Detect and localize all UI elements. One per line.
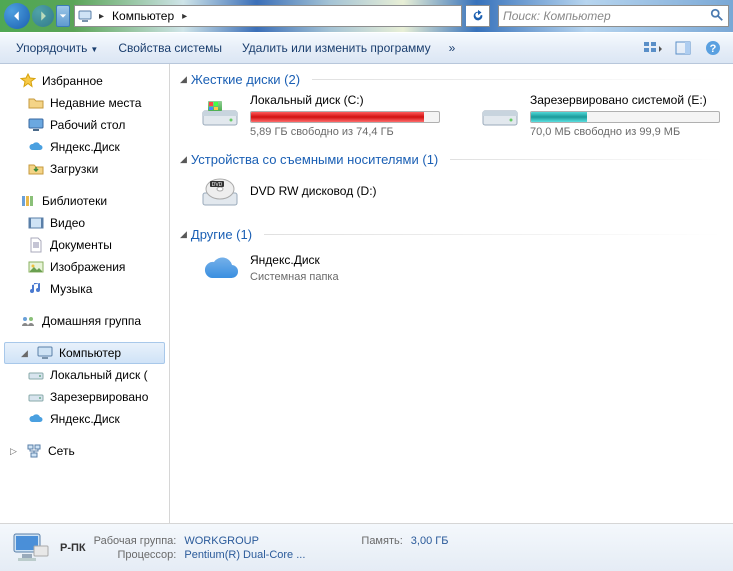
drive-yandex[interactable]: Яндекс.Диск Системная папка bbox=[180, 248, 723, 288]
sidebar-libraries[interactable]: Библиотеки bbox=[0, 190, 169, 212]
drive-usage-bar bbox=[250, 111, 440, 123]
nav-buttons bbox=[4, 3, 70, 29]
drive-icon bbox=[480, 93, 520, 133]
breadcrumb-sep-icon: ▸ bbox=[95, 11, 108, 22]
sidebar-item-video[interactable]: Видео bbox=[0, 212, 169, 234]
system-properties-button[interactable]: Свойства системы bbox=[110, 37, 230, 59]
computer-icon bbox=[10, 528, 50, 568]
search-placeholder: Поиск: Компьютер bbox=[503, 9, 611, 23]
drive-icon bbox=[28, 367, 44, 383]
document-icon bbox=[28, 237, 44, 253]
help-button[interactable]: ? bbox=[701, 37, 725, 59]
status-memory: 3,00 ГБ bbox=[411, 535, 449, 547]
sidebar: Избранное Недавние места Рабочий стол Ян… bbox=[0, 64, 170, 523]
status-memory-label: Память: bbox=[361, 535, 402, 547]
star-icon bbox=[20, 73, 36, 89]
svg-text:DVD: DVD bbox=[212, 182, 223, 188]
computer-icon bbox=[37, 345, 53, 361]
svg-text:?: ? bbox=[710, 43, 717, 55]
details-pane: Р-ПК Рабочая группа: WORKGROUP Память: 3… bbox=[0, 523, 733, 571]
status-workgroup: WORKGROUP bbox=[184, 535, 305, 547]
sidebar-item-drive-c[interactable]: Локальный диск ( bbox=[0, 364, 169, 386]
collapse-icon: ◢ bbox=[180, 74, 187, 85]
desktop-icon bbox=[28, 117, 44, 133]
sidebar-favorites[interactable]: Избранное bbox=[0, 70, 169, 92]
overflow-button[interactable]: » bbox=[443, 37, 462, 59]
sidebar-item-documents[interactable]: Документы bbox=[0, 234, 169, 256]
expand-icon: ◢ bbox=[21, 348, 31, 359]
sidebar-homegroup[interactable]: Домашняя группа bbox=[0, 310, 169, 332]
sidebar-item-recent[interactable]: Недавние места bbox=[0, 92, 169, 114]
computer-icon bbox=[75, 8, 95, 24]
separator bbox=[450, 159, 723, 160]
status-cpu: Pentium(R) Dual-Core ... bbox=[184, 549, 305, 561]
sidebar-item-downloads[interactable]: Загрузки bbox=[0, 158, 169, 180]
breadcrumb-item[interactable]: Компьютер bbox=[108, 9, 178, 23]
drive-name: Зарезервировано системой (E:) bbox=[530, 93, 720, 107]
cloud-icon bbox=[28, 139, 44, 155]
picture-icon bbox=[28, 259, 44, 275]
drive-name: Яндекс.Диск bbox=[250, 253, 339, 267]
uninstall-program-button[interactable]: Удалить или изменить программу bbox=[234, 37, 439, 59]
toolbar: Упорядочить▼ Свойства системы Удалить ил… bbox=[0, 32, 733, 64]
collapse-icon: ◢ bbox=[180, 229, 187, 240]
history-dropdown[interactable] bbox=[56, 5, 70, 27]
libraries-icon bbox=[20, 193, 36, 209]
window-header: ▸ Компьютер ▸ Поиск: Компьютер bbox=[0, 0, 733, 32]
drive-icon bbox=[200, 93, 240, 133]
drive-icon bbox=[28, 389, 44, 405]
sidebar-item-pictures[interactable]: Изображения bbox=[0, 256, 169, 278]
preview-pane-button[interactable] bbox=[671, 37, 695, 59]
drive-usage-bar bbox=[530, 111, 720, 123]
search-input[interactable]: Поиск: Компьютер bbox=[498, 5, 729, 27]
status-workgroup-label: Рабочая группа: bbox=[94, 535, 177, 547]
status-hostname: Р-ПК bbox=[60, 542, 86, 554]
back-button[interactable] bbox=[4, 3, 30, 29]
expand-icon: ▷ bbox=[10, 446, 20, 457]
section-other[interactable]: ◢ Другие (1) bbox=[180, 227, 723, 242]
sidebar-item-yandex-disk-drive[interactable]: Яндекс.Диск bbox=[0, 408, 169, 430]
sidebar-item-drive-e[interactable]: Зарезервировано bbox=[0, 386, 169, 408]
view-mode-button[interactable] bbox=[641, 37, 665, 59]
cloud-icon bbox=[200, 248, 240, 288]
breadcrumb-sep-icon: ▸ bbox=[178, 11, 191, 22]
separator bbox=[312, 79, 723, 80]
folder-icon bbox=[28, 95, 44, 111]
drive-dvd[interactable]: DVD DVD RW дисковод (D:) bbox=[180, 173, 723, 213]
drive-c[interactable]: Локальный диск (C:) 5,89 ГБ свободно из … bbox=[200, 93, 440, 138]
drive-subtitle: Системная папка bbox=[250, 271, 339, 283]
music-icon bbox=[28, 281, 44, 297]
status-cpu-label: Процессор: bbox=[94, 549, 177, 561]
homegroup-icon bbox=[20, 313, 36, 329]
sidebar-computer[interactable]: ◢ Компьютер bbox=[4, 342, 165, 364]
forward-button[interactable] bbox=[32, 5, 54, 27]
drive-freespace: 5,89 ГБ свободно из 74,4 ГБ bbox=[250, 126, 440, 138]
collapse-icon: ◢ bbox=[180, 154, 187, 165]
sidebar-item-yandex-disk[interactable]: Яндекс.Диск bbox=[0, 136, 169, 158]
separator bbox=[264, 234, 723, 235]
sidebar-item-desktop[interactable]: Рабочий стол bbox=[0, 114, 169, 136]
organize-menu[interactable]: Упорядочить▼ bbox=[8, 37, 106, 59]
search-icon bbox=[710, 8, 724, 25]
video-icon bbox=[28, 215, 44, 231]
network-icon bbox=[26, 443, 42, 459]
download-icon bbox=[28, 161, 44, 177]
refresh-button[interactable] bbox=[466, 5, 490, 27]
section-hard-disks[interactable]: ◢ Жесткие диски (2) bbox=[180, 72, 723, 87]
cloud-icon bbox=[28, 411, 44, 427]
drive-freespace: 70,0 МБ свободно из 99,9 МБ bbox=[530, 126, 720, 138]
dvd-icon: DVD bbox=[200, 173, 240, 213]
drive-name: DVD RW дисковод (D:) bbox=[250, 184, 377, 198]
drive-e[interactable]: Зарезервировано системой (E:) 70,0 МБ св… bbox=[480, 93, 720, 138]
sidebar-network[interactable]: ▷ Сеть bbox=[0, 440, 169, 462]
sidebar-item-music[interactable]: Музыка bbox=[0, 278, 169, 300]
section-removable[interactable]: ◢ Устройства со съемными носителями (1) bbox=[180, 152, 723, 167]
main-content: ◢ Жесткие диски (2) Локальный диск (C:) … bbox=[170, 64, 733, 523]
drive-name: Локальный диск (C:) bbox=[250, 93, 440, 107]
address-bar[interactable]: ▸ Компьютер ▸ bbox=[74, 5, 462, 27]
